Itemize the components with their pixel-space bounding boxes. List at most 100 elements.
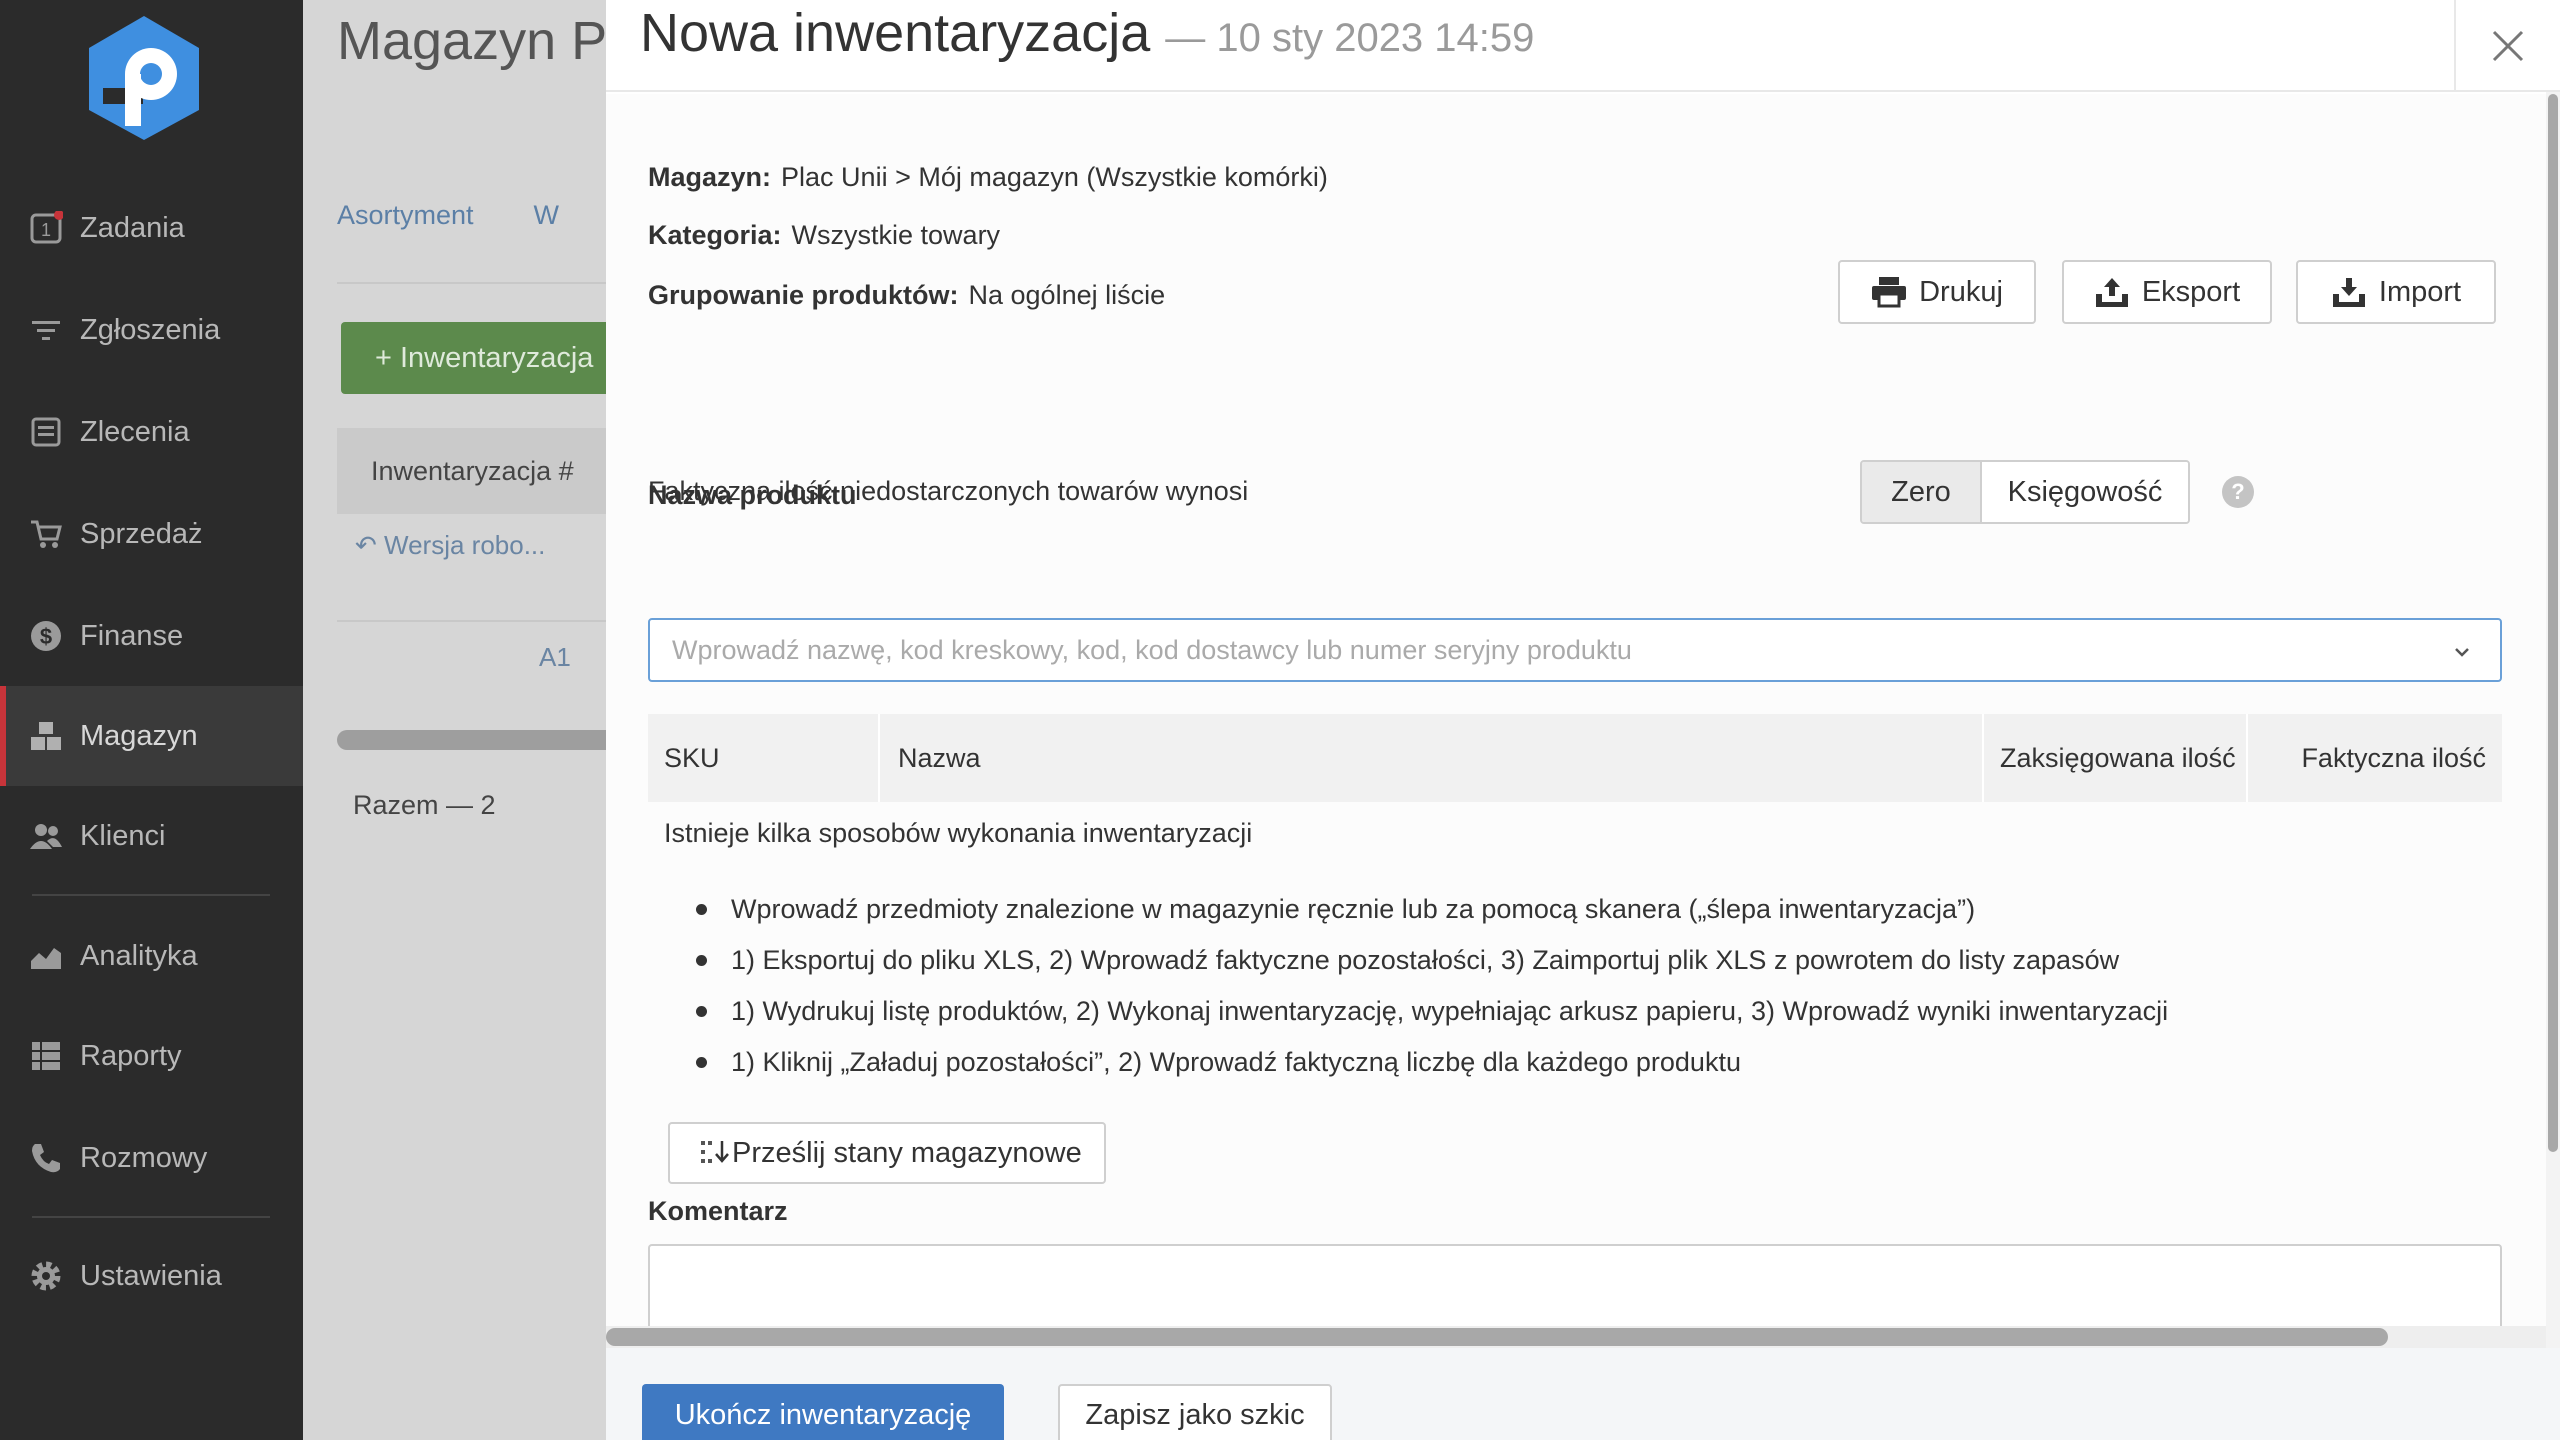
tab-asortyment[interactable]: Asortyment <box>337 200 474 231</box>
close-button[interactable] <box>2454 0 2560 92</box>
row-divider <box>337 620 637 622</box>
import-button[interactable]: Import <box>2296 260 2496 324</box>
product-search-field[interactable] <box>648 618 2502 682</box>
sidebar-item-sprzedaz[interactable]: Sprzedaż <box>0 484 303 584</box>
modal-body: Magazyn: Plac Unii > Mój magazyn (Wszystk… <box>606 94 2546 1348</box>
category-value: Wszystkie towary <box>791 220 1001 250</box>
sidebar-item-label: Zadania <box>80 211 185 244</box>
gear-icon <box>28 1258 64 1294</box>
grouping-info: Grupowanie produktów: Na ogólnej liście <box>648 280 1165 311</box>
row-cell[interactable]: A1 <box>539 642 571 673</box>
total-count: Razem — 2 <box>353 790 496 820</box>
upload-stock-label: Prześlij stany magazynowe <box>732 1136 1082 1169</box>
modal-date: — 10 sty 2023 14:59 <box>1165 16 1535 60</box>
filter-icon <box>28 312 64 348</box>
sidebar-item-label: Ustawienia <box>80 1259 222 1292</box>
finish-inventory-button[interactable]: Ukończ inwentaryzację <box>642 1384 1004 1440</box>
sidebar-item-label: Analityka <box>80 939 198 972</box>
print-label: Drukuj <box>1919 275 2003 308</box>
category-label: Kategoria: <box>648 220 782 250</box>
phone-icon <box>28 1140 64 1176</box>
column-actual-qty[interactable]: Faktyczna ilość <box>2248 714 2502 802</box>
tasks-icon: 1 <box>28 210 64 246</box>
export-label: Eksport <box>2141 275 2241 308</box>
list-item: 1) Eksportuj do pliku XLS, 2) Wprowadź f… <box>696 935 2168 986</box>
category-info: Kategoria: Wszystkie towary <box>648 220 1000 251</box>
orders-icon <box>28 414 64 450</box>
page-title: Magazyn Pl <box>337 11 620 71</box>
printer-icon <box>1872 277 1907 308</box>
list-item: 1) Wydrukuj listę produktów, 2) Wykonaj … <box>696 986 2168 1037</box>
horizontal-scrollbar[interactable] <box>606 1326 2546 1348</box>
sidebar-item-label: Zlecenia <box>80 415 190 448</box>
sidebar-item-label: Magazyn <box>80 719 198 752</box>
horizontal-scrollbar[interactable] <box>337 730 637 750</box>
reports-icon <box>28 1038 64 1074</box>
table-header: Inwentaryzacja # <box>337 428 637 514</box>
undo-icon: ↶ <box>355 530 385 560</box>
warehouse-info: Magazyn: Plac Unii > Mój magazyn (Wszystk… <box>648 162 1328 193</box>
grouping-value: Na ogólnej liście <box>968 280 1166 310</box>
horizontal-scrollbar-thumb[interactable] <box>606 1328 2388 1346</box>
dollar-icon: $ <box>28 618 64 654</box>
sidebar-item-label: Raporty <box>80 1039 182 1072</box>
sidebar-item-rozmowy[interactable]: Rozmowy <box>0 1108 303 1208</box>
hints-list: Wprowadź przedmioty znalezione w magazyn… <box>696 884 2168 1088</box>
sidebar-item-label: Finanse <box>80 619 184 652</box>
product-name-label: Nazwa produktu <box>648 480 857 510</box>
sidebar-divider <box>32 1216 270 1218</box>
users-icon <box>28 818 64 854</box>
table-row[interactable]: ↶ Wersja robo... <box>355 530 545 561</box>
vertical-scrollbar-thumb[interactable] <box>2548 94 2558 1152</box>
import-label: Import <box>2378 275 2462 308</box>
sidebar-divider <box>32 894 270 896</box>
sidebar-item-analityka[interactable]: Analityka <box>0 906 303 1006</box>
list-item: 1) Kliknij „Załaduj pozostałości”, 2) Wp… <box>696 1037 2168 1088</box>
modal-title: Nowa inwentaryzacja — 10 sty 2023 14:59 <box>640 2 1534 64</box>
sidebar-item-label: Sprzedaż <box>80 517 203 550</box>
export-icon <box>2095 278 2128 307</box>
warehouse-label: Magazyn: <box>648 162 772 192</box>
option-zero-button[interactable]: Zero <box>1862 462 1982 522</box>
tab-divider <box>337 282 637 284</box>
product-search-input[interactable] <box>672 634 2432 666</box>
undelivered-toggle: Zero Księgowość <box>1860 460 2190 524</box>
upload-stock-button[interactable]: Prześlij stany magazynowe <box>668 1122 1106 1184</box>
sidebar-item-zlecenia[interactable]: Zlecenia <box>0 382 303 482</box>
vertical-scrollbar[interactable] <box>2546 92 2560 1348</box>
svg-text:1: 1 <box>41 220 51 240</box>
modal-title-text: Nowa inwentaryzacja <box>640 3 1151 63</box>
sidebar-item-klienci[interactable]: Klienci <box>0 786 303 886</box>
sidebar-item-finanse[interactable]: $ Finanse <box>0 586 303 686</box>
tab-w[interactable]: W <box>534 200 559 231</box>
modal-footer: Ukończ inwentaryzację Zapisz jako szkic <box>606 1348 2560 1440</box>
comment-label: Komentarz <box>648 1196 788 1226</box>
cart-icon <box>28 516 64 552</box>
barcode-upload-icon <box>701 1141 729 1163</box>
chart-icon <box>28 938 64 974</box>
import-icon <box>2332 278 2365 307</box>
app-logo-icon[interactable] <box>85 14 203 142</box>
print-button[interactable]: Drukuj <box>1838 260 2036 324</box>
column-name[interactable]: Nazwa <box>880 714 1984 802</box>
svg-text:$: $ <box>40 624 52 649</box>
chevron-down-icon[interactable] <box>2452 642 2472 662</box>
sidebar-item-magazyn[interactable]: Magazyn <box>0 686 303 786</box>
help-icon[interactable]: ? <box>2222 476 2254 508</box>
sidebar-item-raporty[interactable]: Raporty <box>0 1006 303 1106</box>
column-booked-qty[interactable]: Zaksięgowana ilość <box>1984 714 2248 802</box>
new-inventory-modal: Nowa inwentaryzacja — 10 sty 2023 14:59 … <box>606 0 2560 1440</box>
option-accounting-button[interactable]: Księgowość <box>1982 462 2188 522</box>
sidebar-item-zadania[interactable]: 1 Zadania <box>0 178 303 278</box>
sidebar-item-zgloszenia[interactable]: Zgłoszenia <box>0 280 303 380</box>
close-icon <box>2492 30 2524 62</box>
sidebar-item-ustawienia[interactable]: Ustawienia <box>0 1226 303 1326</box>
export-button[interactable]: Eksport <box>2062 260 2272 324</box>
sidebar: 1 Zadania Zgłoszenia Zlecenia Sprzedaż $… <box>0 0 303 1440</box>
save-draft-button[interactable]: Zapisz jako szkic <box>1058 1384 1332 1440</box>
warehouse-value: Plac Unii > Mój magazyn (Wszystkie komór… <box>781 162 1328 192</box>
grouping-label: Grupowanie produktów: <box>648 280 959 310</box>
warehouse-icon <box>28 718 64 754</box>
page-tabs: Asortyment W <box>337 200 559 231</box>
column-sku[interactable]: SKU <box>648 714 880 802</box>
